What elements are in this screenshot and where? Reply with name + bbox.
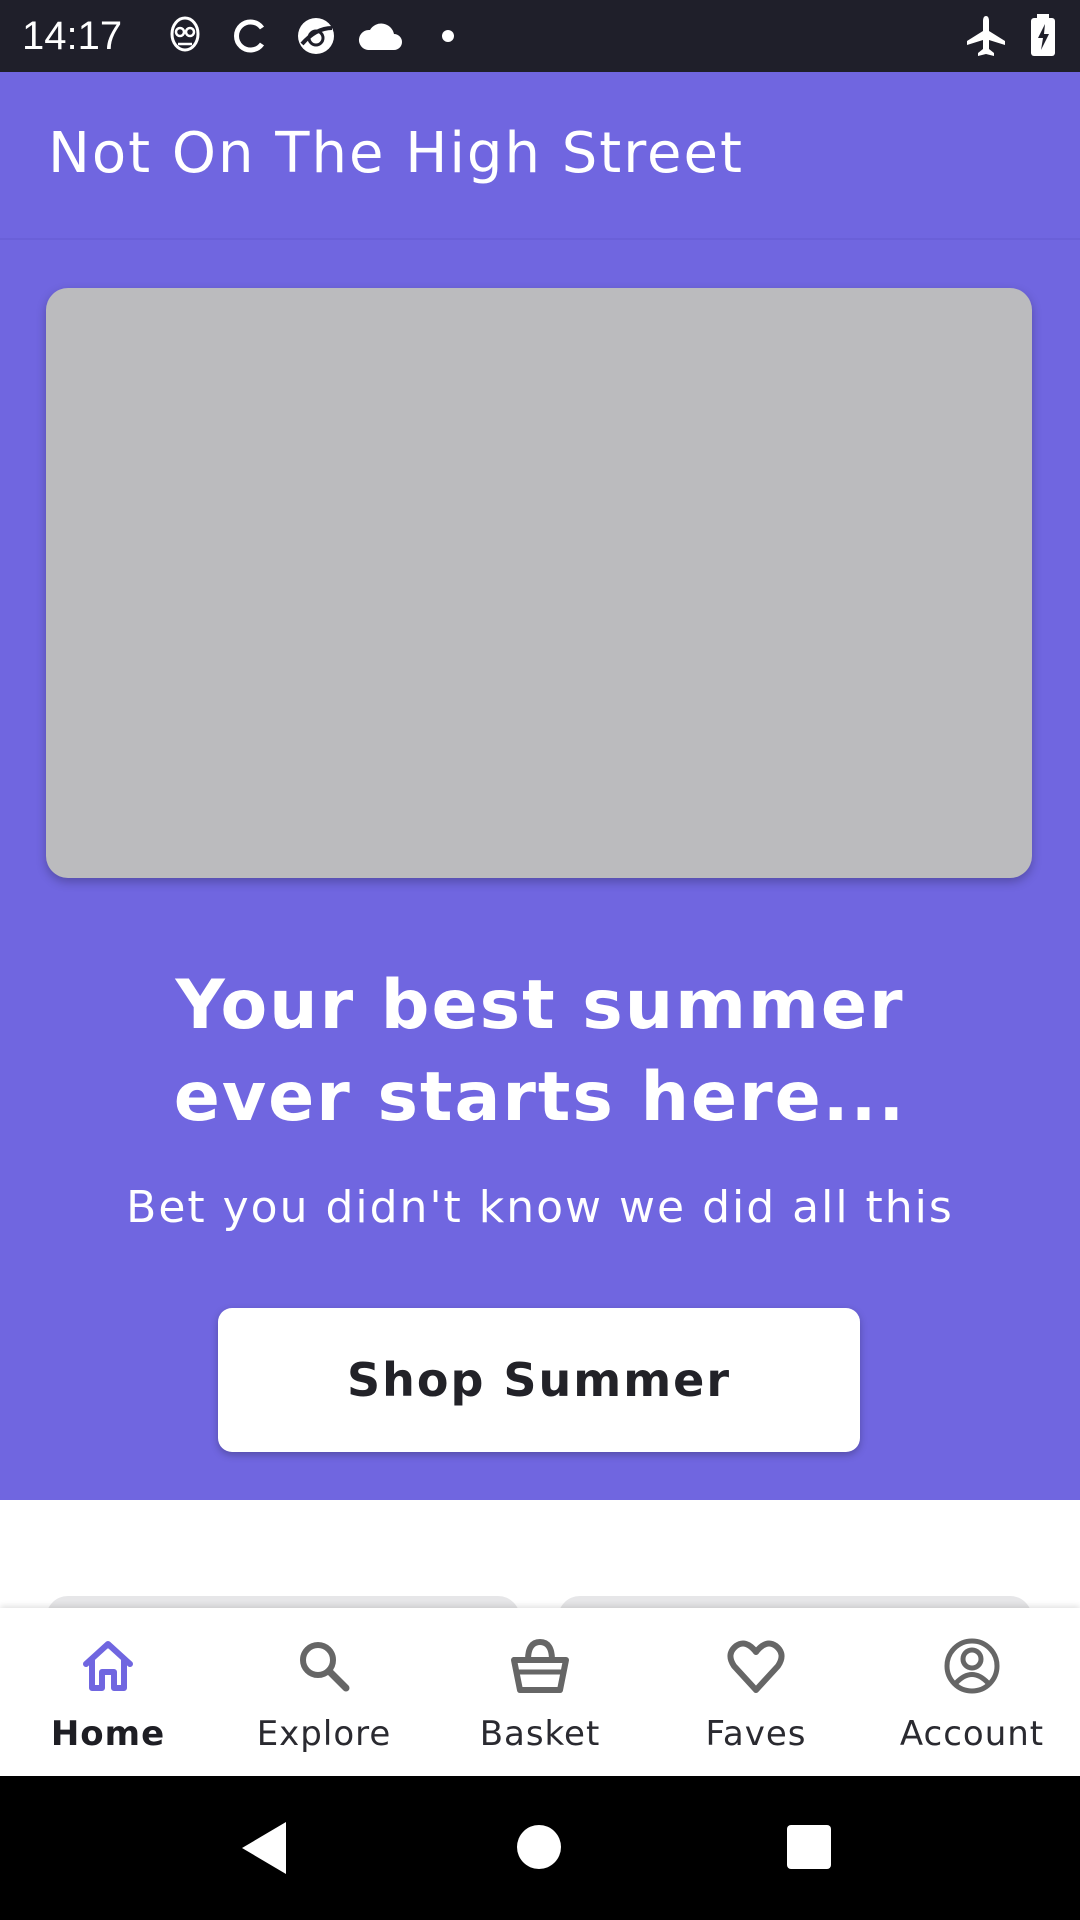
nav-item-account[interactable]: Account [864,1608,1080,1776]
nav-label-basket: Basket [479,1714,601,1754]
back-icon[interactable] [240,1820,290,1876]
hero-heading-line2: ever starts here... [173,1058,907,1137]
nav-item-home[interactable]: Home [0,1608,216,1776]
hero-image-placeholder[interactable] [46,288,1032,878]
account-icon [944,1638,1000,1694]
airplane-icon [967,16,1005,56]
system-nav-bar [0,1776,1080,1920]
cloud-icon [358,23,402,50]
basket-icon [511,1638,569,1693]
status-time: 14:17 [22,14,123,58]
shop-summer-button[interactable]: Shop Summer [218,1308,860,1452]
nav-label-explore: Explore [256,1714,392,1754]
nav-item-explore[interactable]: Explore [216,1608,432,1776]
face-mask-icon [170,16,200,52]
hero-banner: Your best summer ever starts here... Bet… [0,240,1080,1500]
bottom-nav: Home Explore Basket Faves Account [0,1608,1080,1776]
app-title: Not On The High Street [48,121,744,186]
status-bar: 14:17 [0,0,1080,72]
hero-heading-line1: Your best summer [175,966,905,1045]
dot-icon [442,30,454,42]
hero-subheading: Bet you didn't know we did all this [126,1182,954,1233]
home-circle-icon[interactable] [516,1824,562,1870]
sync-icon [234,19,265,53]
nav-item-faves[interactable]: Faves [648,1608,864,1776]
recents-icon[interactable] [786,1824,832,1870]
nav-label-account: Account [899,1714,1045,1754]
home-icon [83,1641,133,1691]
heart-icon [727,1640,785,1693]
search-icon [300,1642,350,1692]
nav-item-basket[interactable]: Basket [432,1608,648,1776]
nav-label-faves: Faves [705,1714,807,1754]
hero-heading: Your best summer ever starts here... [90,960,990,1144]
app-bar: Not On The High Street [0,72,1080,240]
nav-label-home: Home [50,1714,166,1754]
globe-icon [298,18,334,54]
battery-charging-icon [1031,14,1055,56]
